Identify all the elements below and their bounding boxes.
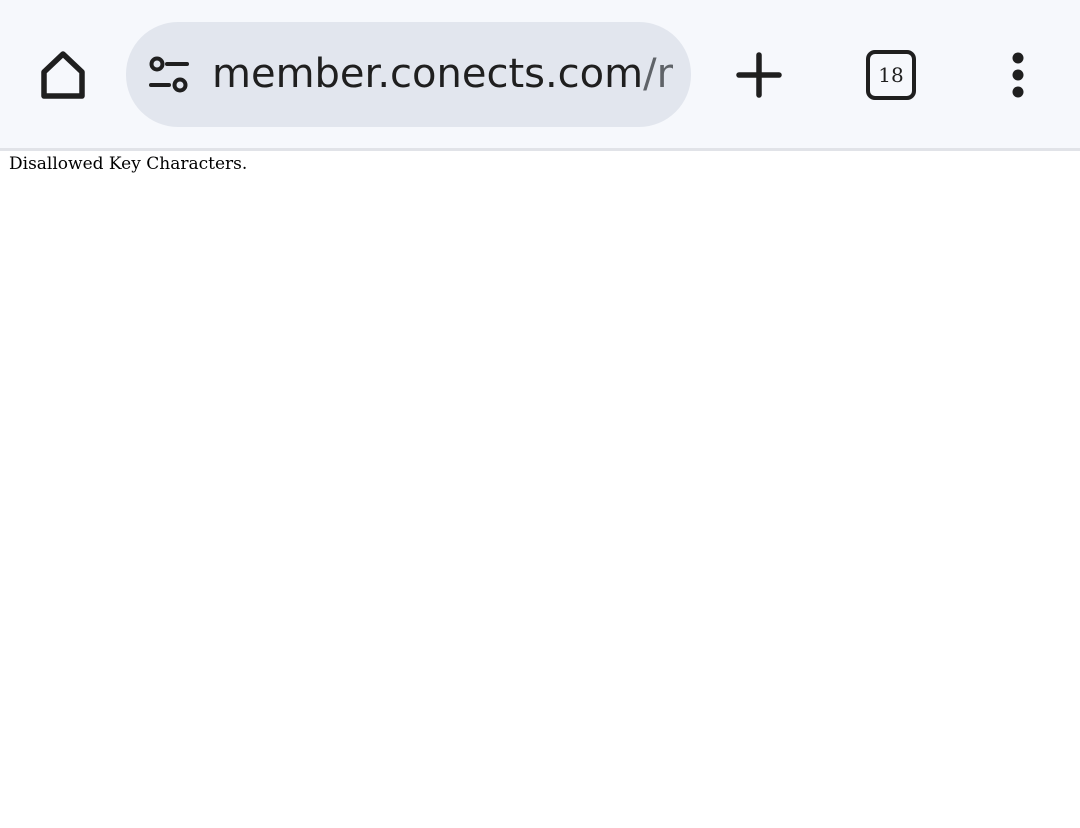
tab-count-badge: 18 (866, 50, 916, 100)
tab-switcher-button[interactable]: 18 (848, 32, 934, 118)
page-body: Disallowed Key Characters. (9, 154, 247, 174)
browser-toolbar: member.conects.com/m 18 (0, 0, 1080, 151)
url-text[interactable]: member.conects.com/m (212, 22, 673, 127)
home-button[interactable] (20, 32, 106, 118)
more-options-button[interactable] (975, 32, 1061, 118)
plus-icon (736, 52, 782, 98)
site-info-button[interactable] (144, 50, 194, 100)
tab-count: 18 (878, 63, 904, 87)
address-bar[interactable]: member.conects.com/m (126, 22, 691, 127)
error-message: Disallowed Key Characters. (9, 154, 248, 174)
home-icon (41, 51, 85, 99)
url-path: /m (643, 51, 673, 97)
tune-icon (149, 56, 189, 93)
new-tab-button[interactable] (716, 32, 802, 118)
url-host: member.conects.com (212, 51, 644, 97)
more-vert-icon (1012, 52, 1024, 98)
